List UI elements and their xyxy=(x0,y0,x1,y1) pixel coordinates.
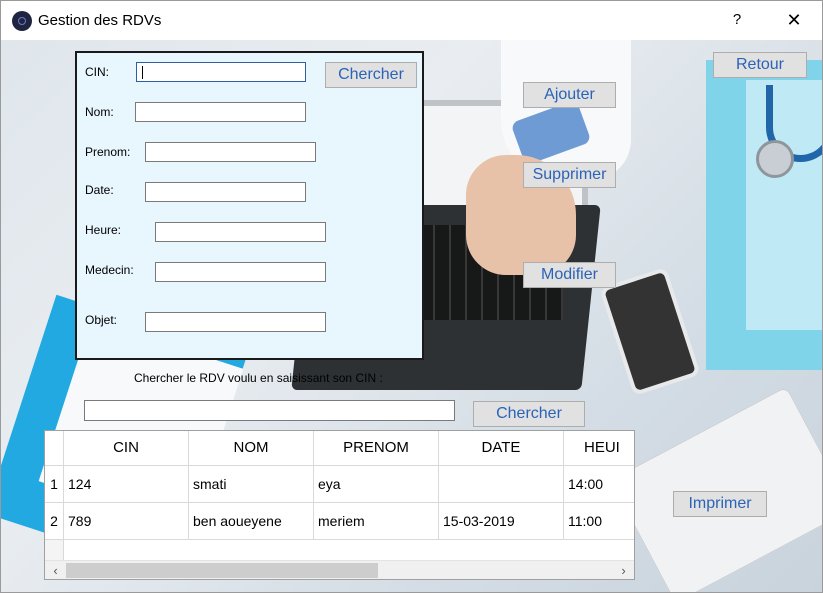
table-cell[interactable]: meriem xyxy=(314,503,439,540)
column-header-date[interactable]: DATE xyxy=(439,431,564,466)
close-button[interactable]: ✕ xyxy=(781,9,807,31)
row-header[interactable]: 1 xyxy=(45,466,64,503)
table-cell[interactable]: 789 xyxy=(64,503,189,540)
modifier-button[interactable]: Modifier xyxy=(523,262,616,288)
table-cell[interactable]: 15-03-2019 xyxy=(439,503,564,540)
column-header-prenom[interactable]: PRENOM xyxy=(314,431,439,466)
retour-button[interactable]: Retour xyxy=(713,52,807,78)
column-header-nom[interactable]: NOM xyxy=(189,431,314,466)
window: Gestion des RDVs ? ✕ CIN: Chercher Nom: … xyxy=(0,0,823,593)
search-hint: Chercher le RDV voulu en saisissant son … xyxy=(134,371,383,385)
objet-label: Objet: xyxy=(85,313,118,327)
cin-field[interactable] xyxy=(136,62,306,82)
medecin-field[interactable] xyxy=(155,262,326,282)
rdv-table[interactable]: CIN NOM PRENOM DATE HEUI 1 124 smati eya… xyxy=(44,430,635,580)
table-cell[interactable]: 124 xyxy=(64,466,189,503)
medecin-label: Medecin: xyxy=(85,263,134,277)
table-cell[interactable]: 11:00 xyxy=(564,503,634,540)
rdv-form-panel: CIN: Chercher Nom: Prenom: Date: Heure: … xyxy=(75,51,424,360)
table-cell[interactable]: ben aoueyene xyxy=(189,503,314,540)
empty-row-header xyxy=(45,540,64,561)
imprimer-button[interactable]: Imprimer xyxy=(673,491,767,517)
help-button[interactable]: ? xyxy=(726,9,748,31)
horizontal-scrollbar[interactable]: ‹ › xyxy=(45,560,634,579)
scrollbar-thumb[interactable] xyxy=(66,563,378,578)
table-grid: CIN NOM PRENOM DATE HEUI 1 124 smati eya… xyxy=(45,431,634,561)
app-icon xyxy=(12,11,32,31)
ajouter-button[interactable]: Ajouter xyxy=(523,82,616,108)
table-cell[interactable]: eya xyxy=(314,466,439,503)
nom-label: Nom: xyxy=(85,105,114,119)
table-cell[interactable]: 14:00 xyxy=(564,466,634,503)
table-cell[interactable]: smati xyxy=(189,466,314,503)
cin-label: CIN: xyxy=(85,65,109,79)
scroll-right-icon[interactable]: › xyxy=(615,562,632,579)
title-bar: Gestion des RDVs ? ✕ xyxy=(1,1,822,40)
row-header[interactable]: 2 xyxy=(45,503,64,540)
stethoscope-chest-piece xyxy=(756,140,794,178)
heure-field[interactable] xyxy=(155,222,326,242)
objet-field[interactable] xyxy=(145,312,326,332)
prenom-field[interactable] xyxy=(145,142,316,162)
prenom-label: Prenom: xyxy=(85,145,131,159)
table-corner xyxy=(45,431,64,466)
window-title: Gestion des RDVs xyxy=(38,12,162,29)
heure-label: Heure: xyxy=(85,223,122,237)
table-cell[interactable] xyxy=(439,466,564,503)
rdv-search-input[interactable] xyxy=(84,400,455,421)
date-field[interactable] xyxy=(145,182,306,202)
nom-field[interactable] xyxy=(135,102,306,122)
supprimer-button[interactable]: Supprimer xyxy=(523,162,616,188)
column-header-cin[interactable]: CIN xyxy=(64,431,189,466)
date-label: Date: xyxy=(85,183,114,197)
scroll-left-icon[interactable]: ‹ xyxy=(47,562,64,579)
rdv-search-button[interactable]: Chercher xyxy=(473,401,585,427)
keyboard-decoration xyxy=(609,386,822,592)
text-caret xyxy=(142,66,143,79)
column-header-heure[interactable]: HEUI xyxy=(564,431,634,466)
form-search-button[interactable]: Chercher xyxy=(325,62,417,88)
